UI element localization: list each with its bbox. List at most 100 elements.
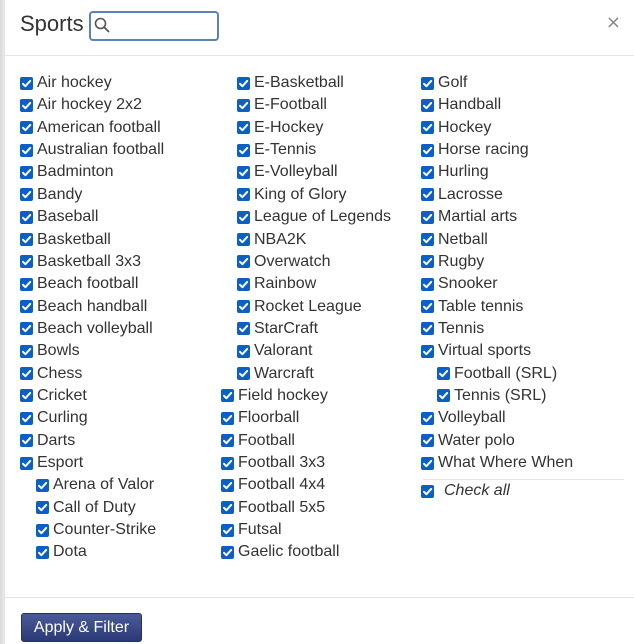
sport-checkbox[interactable] <box>237 121 250 135</box>
sport-item[interactable]: Tennis <box>421 319 484 339</box>
sport-item[interactable]: Hurling <box>421 162 489 182</box>
sport-checkbox[interactable] <box>437 367 450 381</box>
sport-checkbox[interactable] <box>221 545 234 559</box>
sport-checkbox[interactable] <box>437 389 450 403</box>
sport-checkbox[interactable] <box>36 478 49 492</box>
sport-checkbox[interactable] <box>221 456 234 470</box>
sport-checkbox[interactable] <box>237 277 250 291</box>
sport-checkbox[interactable] <box>221 478 234 492</box>
sport-checkbox[interactable] <box>421 210 434 224</box>
sport-item[interactable]: Martial arts <box>421 207 517 227</box>
sport-item[interactable]: Gaelic football <box>221 542 339 562</box>
sport-checkbox[interactable] <box>237 76 250 90</box>
sport-item[interactable]: Rocket League <box>237 297 362 317</box>
sport-item[interactable]: Curling <box>20 408 88 428</box>
sport-item[interactable]: Basketball 3x3 <box>20 252 141 272</box>
sport-item[interactable]: Tennis (SRL) <box>437 386 546 406</box>
sport-checkbox[interactable] <box>237 300 250 313</box>
sport-checkbox[interactable] <box>421 434 434 448</box>
sport-checkbox[interactable] <box>20 143 33 157</box>
sport-item[interactable]: Badminton <box>20 162 114 182</box>
sport-item[interactable]: Snooker <box>421 274 498 294</box>
sport-checkbox[interactable] <box>237 210 250 224</box>
sport-item[interactable]: NBA2K <box>237 230 306 250</box>
sport-item[interactable]: StarCraft <box>237 319 318 339</box>
sport-item[interactable]: Overwatch <box>237 252 330 272</box>
sport-item[interactable]: Golf <box>421 73 467 93</box>
sport-checkbox[interactable] <box>20 188 33 202</box>
sport-checkbox[interactable] <box>221 389 234 403</box>
sport-item[interactable]: Table tennis <box>421 297 523 317</box>
sport-item[interactable]: League of Legends <box>237 207 391 227</box>
sport-checkbox[interactable] <box>20 411 33 425</box>
sport-checkbox[interactable] <box>421 456 434 470</box>
sport-item[interactable]: Horse racing <box>421 140 529 160</box>
sport-item[interactable]: Basketball <box>20 230 111 250</box>
check-all-checkbox[interactable] <box>421 484 434 498</box>
sport-checkbox[interactable] <box>237 143 250 157</box>
sport-checkbox[interactable] <box>20 344 33 358</box>
sport-item[interactable]: Beach football <box>20 274 138 294</box>
sport-checkbox[interactable] <box>221 434 234 448</box>
sport-checkbox[interactable] <box>20 98 33 112</box>
sport-checkbox[interactable] <box>421 98 434 112</box>
sport-item[interactable]: Football <box>221 431 295 451</box>
sport-checkbox[interactable] <box>36 545 49 559</box>
sport-item[interactable]: Rainbow <box>237 274 316 294</box>
sport-checkbox[interactable] <box>20 434 33 448</box>
sport-checkbox[interactable] <box>237 233 250 246</box>
sport-item[interactable]: Call of Duty <box>36 498 136 518</box>
sport-checkbox[interactable] <box>421 411 434 425</box>
sport-item[interactable]: Esport <box>20 453 83 473</box>
sport-item[interactable]: Netball <box>421 230 488 250</box>
sport-item[interactable]: Handball <box>421 95 501 115</box>
sport-item[interactable]: Australian football <box>20 140 164 160</box>
sport-checkbox[interactable] <box>237 98 250 112</box>
sport-checkbox[interactable] <box>237 367 250 381</box>
sport-item[interactable]: Football (SRL) <box>437 364 557 384</box>
sport-item[interactable]: E-Volleyball <box>237 162 338 182</box>
sport-item[interactable]: Cricket <box>20 386 87 406</box>
sport-checkbox[interactable] <box>36 501 49 515</box>
sport-item[interactable]: Beach handball <box>20 297 147 317</box>
sport-item[interactable]: American football <box>20 118 161 138</box>
sport-item[interactable]: What Where When <box>421 453 573 473</box>
sport-checkbox[interactable] <box>20 456 33 470</box>
sport-item[interactable]: Arena of Valor <box>36 475 154 495</box>
sport-item[interactable]: Counter-Strike <box>36 520 156 540</box>
sport-item[interactable]: Volleyball <box>421 408 506 428</box>
search-box[interactable] <box>89 11 219 41</box>
sport-checkbox[interactable] <box>421 233 434 246</box>
sport-checkbox[interactable] <box>421 344 434 358</box>
sport-item[interactable]: Hockey <box>421 118 491 138</box>
sport-checkbox[interactable] <box>20 367 33 381</box>
sport-item[interactable]: Baseball <box>20 207 98 227</box>
sport-item[interactable]: Darts <box>20 431 75 451</box>
sport-item[interactable]: Warcraft <box>237 364 314 384</box>
sport-checkbox[interactable] <box>20 165 33 179</box>
check-all-item[interactable]: Check all <box>421 481 510 501</box>
sport-checkbox[interactable] <box>20 233 33 246</box>
sport-checkbox[interactable] <box>20 255 33 269</box>
sport-checkbox[interactable] <box>221 411 234 425</box>
sport-checkbox[interactable] <box>421 76 434 90</box>
sport-item[interactable]: Air hockey 2x2 <box>20 95 142 115</box>
sport-item[interactable]: E-Basketball <box>237 73 344 93</box>
sport-checkbox[interactable] <box>421 277 434 291</box>
sport-checkbox[interactable] <box>221 501 234 515</box>
sport-item[interactable]: Chess <box>20 364 82 384</box>
sport-checkbox[interactable] <box>20 76 33 90</box>
sport-item[interactable]: E-Hockey <box>237 118 323 138</box>
sport-checkbox[interactable] <box>237 188 250 202</box>
sport-item[interactable]: Floorball <box>221 408 299 428</box>
sport-checkbox[interactable] <box>421 165 434 179</box>
sport-item[interactable]: E-Tennis <box>237 140 316 160</box>
sport-checkbox[interactable] <box>237 255 250 269</box>
sport-item[interactable]: Dota <box>36 542 87 562</box>
sport-checkbox[interactable] <box>421 188 434 202</box>
sport-item[interactable]: Air hockey <box>20 73 112 93</box>
sport-checkbox[interactable] <box>20 389 33 403</box>
sport-item[interactable]: Football 5x5 <box>221 498 325 518</box>
sport-item[interactable]: Lacrosse <box>421 185 503 205</box>
sport-checkbox[interactable] <box>36 523 49 537</box>
